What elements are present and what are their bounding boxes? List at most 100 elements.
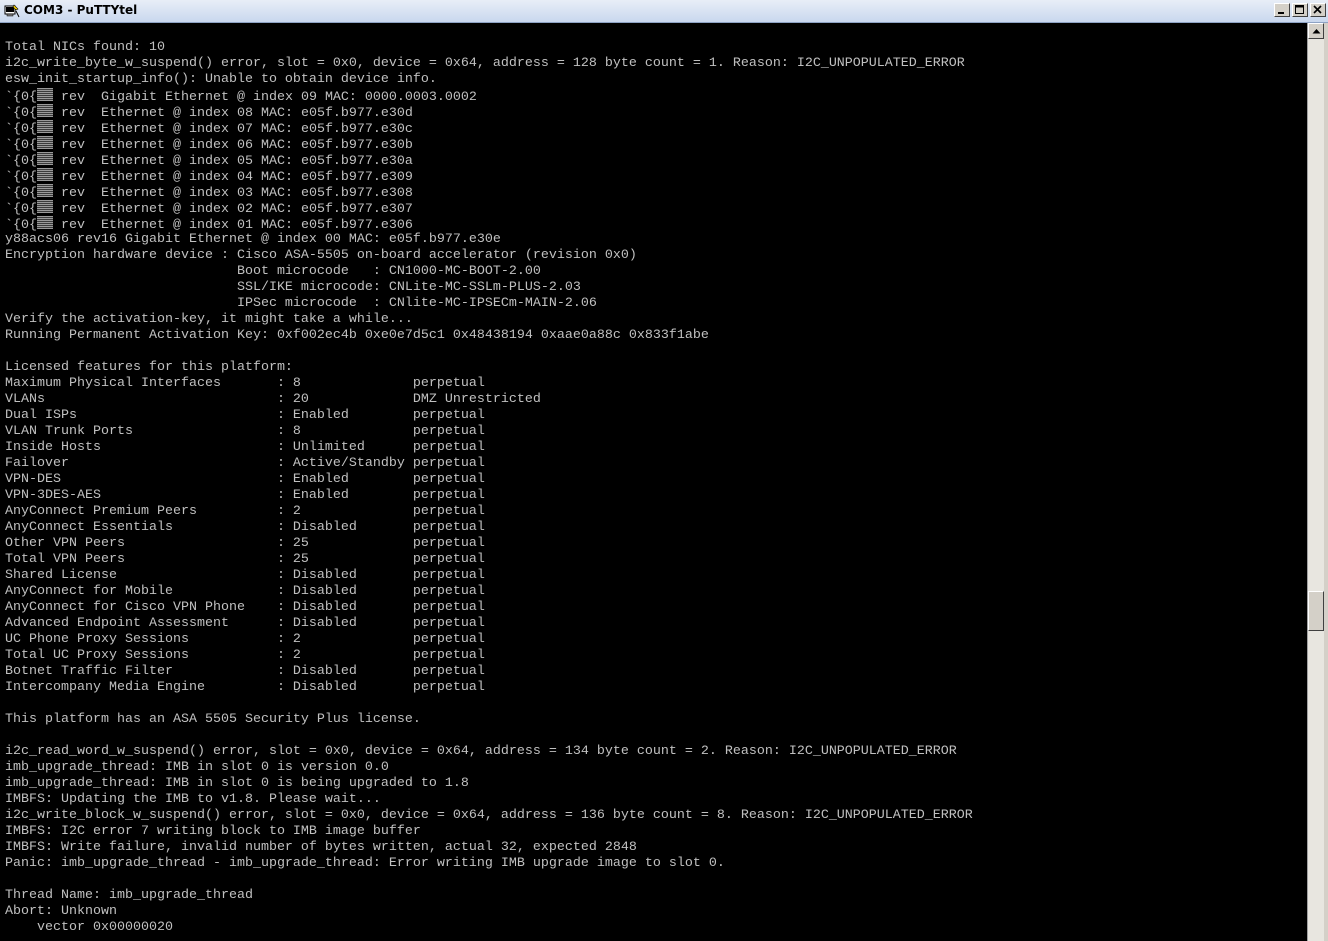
terminal-line: UC Phone Proxy Sessions : 2 perpetual — [5, 632, 973, 648]
putty-window: COM3 - PuTTYtel Total NICs found: 10i2c — [0, 0, 1328, 941]
line-text: rev Ethernet @ index 02 MAC: e05f.b977.e… — [53, 202, 413, 217]
line-prefix: `{0{ — [5, 138, 37, 153]
line-prefix: `{0{ — [5, 90, 37, 105]
line-text: AnyConnect for Cisco VPN Phone : Disable… — [5, 600, 485, 615]
terminal-line: `{0{ rev Ethernet @ index 06 MAC: e05f.b… — [5, 136, 973, 153]
terminal-line: Boot microcode : CN1000-MC-BOOT-2.00 — [5, 264, 973, 280]
vertical-scrollbar[interactable] — [1307, 23, 1324, 941]
line-text: VPN-3DES-AES : Enabled perpetual — [5, 488, 485, 503]
terminal-line: Thread Name: imb_upgrade_thread — [5, 888, 973, 904]
line-prefix: `{0{ — [5, 154, 37, 169]
line-text: This platform has an ASA 5505 Security P… — [5, 712, 421, 727]
line-text: Panic: imb_upgrade_thread - imb_upgrade_… — [5, 856, 725, 871]
terminal-line: Inside Hosts : Unlimited perpetual — [5, 440, 973, 456]
terminal-line: Intercompany Media Engine : Disabled per… — [5, 680, 973, 696]
line-prefix: `{0{ — [5, 170, 37, 185]
line-text: Verify the activation-key, it might take… — [5, 312, 413, 327]
line-text: Total NICs found: 10 — [5, 40, 165, 55]
terminal-output: Total NICs found: 10 i2c_write_byte_w_sus… — [5, 40, 973, 936]
minimize-button[interactable] — [1274, 3, 1290, 17]
terminal-line: Advanced Endpoint Assessment : Disabled … — [5, 616, 973, 632]
line-text: Shared License : Disabled perpetual — [5, 568, 485, 583]
terminal-line: Maximum Physical Interfaces : 8 perpetua… — [5, 376, 973, 392]
line-text: IMBFS: I2C error 7 writing block to IMB … — [5, 824, 421, 839]
line-text: Total UC Proxy Sessions : 2 perpetual — [5, 648, 485, 663]
garbled-glyph-icon — [37, 120, 53, 133]
terminal-screen[interactable]: Total NICs found: 10 i2c_write_byte_w_sus… — [0, 23, 1307, 941]
line-text: Botnet Traffic Filter : Disabled perpetu… — [5, 664, 485, 679]
line-text: imb_upgrade_thread: IMB in slot 0 is ver… — [5, 760, 389, 775]
scroll-up-button[interactable] — [1308, 23, 1324, 39]
window-title: COM3 - PuTTYtel — [24, 3, 138, 17]
line-prefix: `{0{ — [5, 218, 37, 233]
terminal-line: y88acs06 rev16 Gigabit Ethernet @ index … — [5, 232, 973, 248]
garbled-glyph-icon — [37, 104, 53, 117]
scrollbar-thumb[interactable] — [1308, 591, 1324, 631]
terminal-line: Failover : Active/Standby perpetual — [5, 456, 973, 472]
line-text: VLANs : 20 DMZ Unrestricted — [5, 392, 541, 407]
terminal-line: IMBFS: Write failure, invalid number of … — [5, 840, 973, 856]
maximize-button[interactable] — [1292, 3, 1308, 17]
line-text: UC Phone Proxy Sessions : 2 perpetual — [5, 632, 485, 647]
line-text: IMBFS: Write failure, invalid number of … — [5, 840, 637, 855]
line-text: SSL/IKE microcode: CNLite-MC-SSLm-PLUS-2… — [5, 280, 581, 295]
line-text: Maximum Physical Interfaces : 8 perpetua… — [5, 376, 485, 391]
maximize-icon — [1295, 5, 1304, 14]
line-text: rev Ethernet @ index 05 MAC: e05f.b977.e… — [53, 154, 413, 169]
line-text: rev Ethernet @ index 01 MAC: e05f.b977.e… — [53, 218, 413, 233]
line-text: Licensed features for this platform: — [5, 360, 293, 375]
line-text: Thread Name: imb_upgrade_thread — [5, 888, 253, 903]
terminal-line: IMBFS: I2C error 7 writing block to IMB … — [5, 824, 973, 840]
line-text: AnyConnect Essentials : Disabled perpetu… — [5, 520, 485, 535]
line-text: y88acs06 rev16 Gigabit Ethernet @ index … — [5, 232, 501, 247]
line-text: Other VPN Peers : 25 perpetual — [5, 536, 485, 551]
title-bar[interactable]: COM3 - PuTTYtel — [0, 0, 1328, 23]
terminal-line: AnyConnect Essentials : Disabled perpetu… — [5, 520, 973, 536]
line-text: i2c_write_byte_w_suspend() error, slot =… — [5, 56, 965, 71]
putty-terminal-icon — [4, 3, 20, 19]
terminal-line: Abort: Unknown — [5, 904, 973, 920]
line-prefix: `{0{ — [5, 202, 37, 217]
line-text: AnyConnect for Mobile : Disabled perpetu… — [5, 584, 485, 599]
terminal-line: `{0{ rev Gigabit Ethernet @ index 09 MAC… — [5, 88, 973, 105]
terminal-line: Licensed features for this platform: — [5, 360, 973, 376]
terminal-line: Panic: imb_upgrade_thread - imb_upgrade_… — [5, 856, 973, 872]
garbled-glyph-icon — [37, 136, 53, 149]
terminal-line: VPN-3DES-AES : Enabled perpetual — [5, 488, 973, 504]
line-text: rev Ethernet @ index 04 MAC: e05f.b977.e… — [53, 170, 413, 185]
terminal-line: Total NICs found: 10 — [5, 40, 973, 56]
terminal-line: Dual ISPs : Enabled perpetual — [5, 408, 973, 424]
garbled-glyph-icon — [37, 88, 53, 101]
terminal-line: VLANs : 20 DMZ Unrestricted — [5, 392, 973, 408]
line-text: i2c_read_word_w_suspend() error, slot = … — [5, 744, 957, 759]
garbled-glyph-icon — [37, 200, 53, 213]
line-text: VPN-DES : Enabled perpetual — [5, 472, 485, 487]
line-text: Encryption hardware device : Cisco ASA-5… — [5, 248, 637, 263]
terminal-line: `{0{ rev Ethernet @ index 05 MAC: e05f.b… — [5, 152, 973, 169]
close-button[interactable] — [1310, 3, 1326, 17]
garbled-glyph-icon — [37, 168, 53, 181]
line-text: Running Permanent Activation Key: 0xf002… — [5, 328, 709, 343]
terminal-line: esw_init_startup_info(): Unable to obtai… — [5, 72, 973, 88]
scroll-up-arrow-icon — [1312, 29, 1321, 34]
terminal-line: Shared License : Disabled perpetual — [5, 568, 973, 584]
terminal-line: AnyConnect for Cisco VPN Phone : Disable… — [5, 600, 973, 616]
terminal-line: VLAN Trunk Ports : 8 perpetual — [5, 424, 973, 440]
terminal-line: i2c_write_byte_w_suspend() error, slot =… — [5, 56, 973, 72]
line-text: rev Ethernet @ index 03 MAC: e05f.b977.e… — [53, 186, 413, 201]
terminal-line: IMBFS: Updating the IMB to v1.8. Please … — [5, 792, 973, 808]
terminal-line: VPN-DES : Enabled perpetual — [5, 472, 973, 488]
terminal-line: AnyConnect for Mobile : Disabled perpetu… — [5, 584, 973, 600]
line-text: Dual ISPs : Enabled perpetual — [5, 408, 485, 423]
window-controls — [1272, 3, 1326, 19]
window-frame — [1324, 23, 1328, 941]
line-text: vector 0x00000020 — [5, 920, 173, 935]
terminal-line: Other VPN Peers : 25 perpetual — [5, 536, 973, 552]
line-text: IPSec microcode : CNlite-MC-IPSECm-MAIN-… — [5, 296, 597, 311]
line-text: rev Ethernet @ index 07 MAC: e05f.b977.e… — [53, 122, 413, 137]
terminal-line: `{0{ rev Ethernet @ index 01 MAC: e05f.b… — [5, 216, 973, 233]
